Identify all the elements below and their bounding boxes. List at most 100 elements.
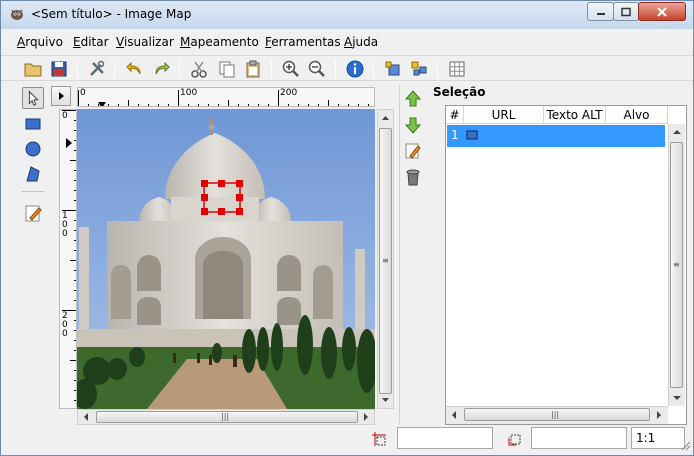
window-title: <Sem título> - Image Map	[31, 7, 192, 21]
rectangle-tool-icon[interactable]	[22, 113, 44, 135]
scroll-right-icon[interactable]	[358, 410, 374, 424]
ruler-label: 200	[280, 88, 298, 98]
ruler-label: 0	[62, 111, 68, 121]
selection-horizontal-scrollbar[interactable]: |||	[446, 406, 668, 424]
menu-editar[interactable]: Editar	[73, 35, 109, 49]
zoom-in-icon[interactable]	[281, 59, 301, 79]
close-icon	[657, 6, 667, 17]
toolbar-separator	[77, 60, 78, 78]
column-header-alt-text[interactable]: Texto ALT	[544, 106, 606, 124]
maximize-button[interactable]	[613, 2, 639, 21]
selection-toolbar	[399, 85, 425, 425]
rectangle-area-icon	[466, 130, 478, 140]
ruler-label: 100	[180, 88, 198, 98]
scroll-down-icon[interactable]	[378, 392, 393, 408]
minimize-button[interactable]	[587, 2, 614, 21]
redo-icon[interactable]	[151, 59, 171, 79]
main-toolbar	[1, 55, 693, 81]
save-icon[interactable]	[49, 59, 69, 79]
paste-icon[interactable]	[243, 59, 263, 79]
zoom-out-icon[interactable]	[307, 59, 327, 79]
selection-panel-title: Seleção	[433, 85, 486, 99]
status-bar: 1:1	[1, 427, 693, 455]
image-map-window: <Sem título> - Image Map Arquivo Editar …	[0, 0, 694, 456]
gimp-icon	[11, 9, 23, 20]
edit-tool-icon[interactable]	[22, 202, 44, 224]
scroll-grip-icon: |||	[221, 412, 230, 421]
scroll-grip-icon: |||	[551, 410, 560, 419]
zoom-level: 1:1	[636, 431, 656, 445]
ruler-corner-button[interactable]	[51, 86, 71, 106]
canvas-vertical-scrollbar[interactable]: ≡	[377, 109, 394, 409]
scroll-up-icon[interactable]	[378, 110, 393, 126]
menu-bar: Arquivo Editar Visualizar Mapeamento Fer…	[1, 33, 693, 53]
scroll-left-icon[interactable]	[446, 407, 462, 423]
copy-icon[interactable]	[217, 59, 237, 79]
grid-icon[interactable]	[447, 59, 467, 79]
scroll-down-icon[interactable]	[669, 390, 685, 406]
edit-map-info-icon[interactable]	[409, 59, 429, 79]
open-icon[interactable]	[23, 59, 43, 79]
column-header-number[interactable]: #	[446, 106, 464, 124]
info-icon[interactable]	[345, 59, 365, 79]
canvas-horizontal-scrollbar[interactable]: |||	[77, 409, 375, 425]
canvas-vertical-scroll-thumb[interactable]: ≡	[379, 128, 392, 394]
preferences-icon[interactable]	[87, 59, 107, 79]
zoom-field: 1:1	[631, 427, 685, 449]
undo-icon[interactable]	[125, 59, 145, 79]
selection-vertical-scrollbar[interactable]: ≡	[668, 124, 685, 406]
column-header-url[interactable]: URL	[464, 106, 544, 124]
toolbar-separator	[437, 60, 438, 78]
horizontal-ruler: 0 100 200	[77, 87, 375, 107]
column-header-target[interactable]: Alvo	[606, 106, 668, 124]
scroll-right-icon[interactable]	[651, 407, 667, 423]
selection-size-icon	[508, 434, 521, 446]
resize-grip-icon[interactable]	[681, 441, 691, 451]
edit-area-info-icon[interactable]	[383, 59, 403, 79]
horizontal-ruler-ticks	[78, 90, 369, 106]
canvas-horizontal-scroll-thumb[interactable]: |||	[96, 411, 358, 423]
pointer-tool-icon[interactable]	[22, 87, 44, 109]
close-button[interactable]	[638, 2, 686, 21]
selection-vertical-scroll-thumb[interactable]: ≡	[670, 142, 683, 388]
toolbar-separator	[373, 60, 374, 78]
menu-visualizar[interactable]: Visualizar	[116, 35, 174, 49]
selection-horizontal-scroll-thumb[interactable]: |||	[464, 408, 650, 421]
edit-area-icon[interactable]	[403, 141, 423, 161]
ruler-label: 200	[62, 311, 68, 339]
ruler-label: 0	[80, 88, 86, 98]
cursor-position-icon	[372, 432, 386, 446]
taj-mahal-image	[77, 109, 375, 409]
minimize-icon	[596, 12, 605, 15]
ruler-position-marker	[66, 138, 72, 148]
delete-icon[interactable]	[403, 167, 423, 187]
title-bar: <Sem título> - Image Map	[1, 1, 693, 29]
menu-arquivo[interactable]: Arquivo	[17, 35, 63, 49]
move-up-icon[interactable]	[403, 89, 423, 109]
scroll-grip-icon: ≡	[673, 260, 680, 269]
ruler-label: 100	[62, 211, 68, 239]
menu-ajuda[interactable]: Ajuda	[344, 35, 378, 49]
cursor-position-field	[397, 427, 493, 449]
play-arrow-icon	[59, 92, 64, 100]
canvas-panel: 0 100 200 0 100 200 ≡ |||	[49, 85, 397, 425]
maximize-icon	[621, 7, 631, 16]
toolbar-separator	[114, 60, 115, 78]
image-canvas[interactable]	[77, 109, 375, 409]
menu-ferramentas[interactable]: Ferramentas	[265, 35, 341, 49]
scroll-grip-icon: ≡	[382, 256, 389, 265]
toolbar-separator	[179, 60, 180, 78]
toolbar-separator	[271, 60, 272, 78]
move-down-icon[interactable]	[403, 115, 423, 135]
polygon-tool-icon[interactable]	[22, 163, 44, 185]
tool-separator	[22, 191, 44, 192]
cut-icon[interactable]	[189, 59, 209, 79]
circle-tool-icon[interactable]	[22, 138, 44, 160]
scroll-left-icon[interactable]	[78, 410, 94, 424]
scroll-up-icon[interactable]	[669, 124, 685, 140]
vertical-ruler-ticks	[62, 110, 76, 401]
menu-mapeamento[interactable]: Mapeamento	[180, 35, 259, 49]
table-row[interactable]: 1	[447, 125, 665, 147]
tool-palette	[19, 85, 47, 225]
selection-size-field	[531, 427, 627, 449]
